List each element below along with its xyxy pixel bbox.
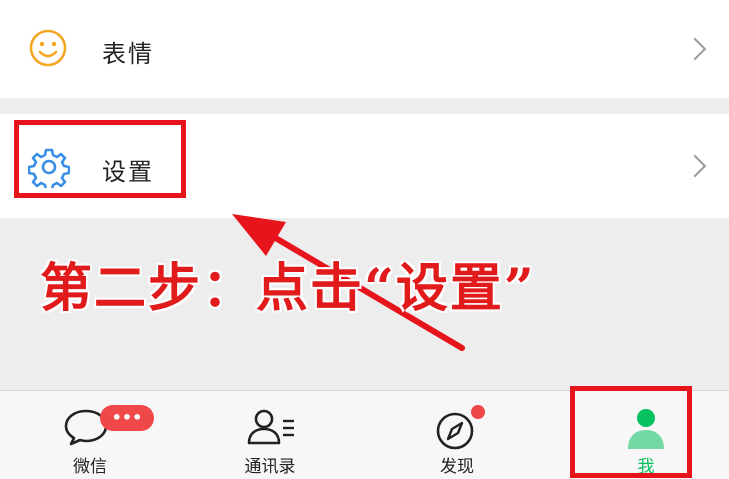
- unread-badge: •••: [100, 405, 154, 431]
- contacts-icon: [246, 407, 298, 451]
- compass-icon: [435, 409, 477, 455]
- tab-contacts[interactable]: 通讯录: [210, 391, 330, 479]
- menu-item-sticker[interactable]: 表情: [0, 0, 729, 98]
- chevron-right-icon: [683, 37, 707, 61]
- discover-dot: [471, 405, 485, 419]
- smiley-icon: [28, 28, 68, 72]
- instruction-caption: 第二步：点击“设置”: [40, 258, 536, 319]
- tab-discover[interactable]: 发现: [397, 391, 517, 479]
- tab-discover-label: 发现: [440, 457, 474, 477]
- tab-contacts-label: 通讯录: [244, 457, 296, 477]
- menu-item-sticker-label: 表情: [102, 40, 154, 68]
- tab-chats-label: 微信: [73, 457, 107, 477]
- me-tab-highlight-box: [570, 386, 692, 478]
- tab-chats[interactable]: ••• 微信: [30, 391, 154, 479]
- settings-highlight-box: [14, 120, 186, 198]
- chevron-right-icon: [683, 154, 707, 178]
